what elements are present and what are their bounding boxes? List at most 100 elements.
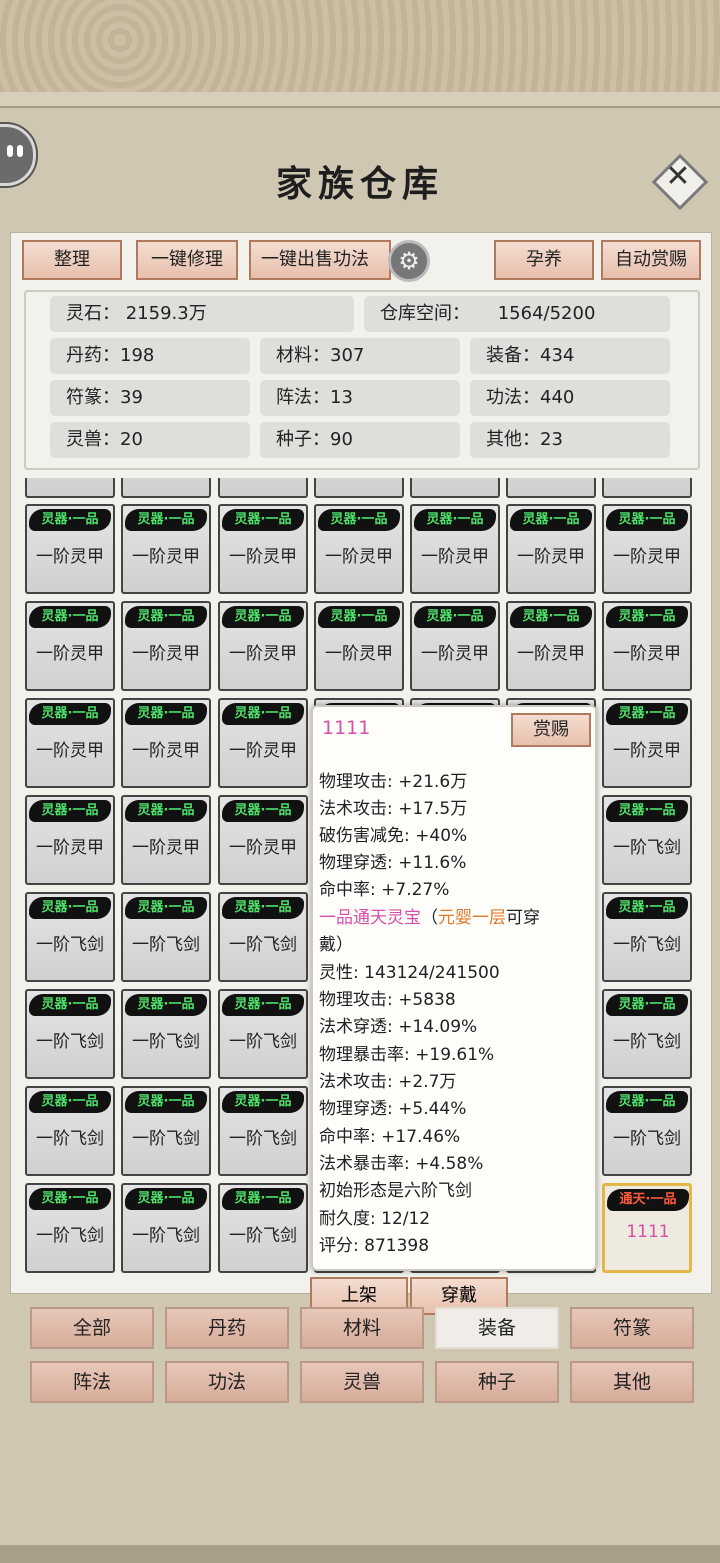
item-quality-tag: 灵器·一品 xyxy=(29,1188,111,1210)
tab-pill[interactable]: 丹药 xyxy=(165,1307,289,1349)
tab-skill[interactable]: 功法 xyxy=(165,1361,289,1403)
sell-skills-button[interactable]: 一键出售功法 xyxy=(249,240,391,280)
item-slot[interactable]: 灵器·一品一阶灵甲 xyxy=(121,795,211,885)
tab-other[interactable]: 其他 xyxy=(570,1361,694,1403)
item-slot-name: 一阶灵甲 xyxy=(613,644,681,664)
item-slot[interactable]: 灵器·一品一阶灵甲 xyxy=(218,478,308,498)
item-slot[interactable]: 灵器·一品一阶灵甲 xyxy=(25,478,115,498)
item-slot[interactable]: 灵器·一品一阶飞剑 xyxy=(25,892,115,982)
tab-material[interactable]: 材料 xyxy=(300,1307,424,1349)
item-slot[interactable]: 灵器·一品一阶飞剑 xyxy=(602,989,692,1079)
item-quality-tag: 灵器·一品 xyxy=(606,703,688,725)
item-quality-tag: 灵器·一品 xyxy=(606,897,688,919)
item-slot[interactable]: 灵器·一品一阶飞剑 xyxy=(602,795,692,885)
item-slot[interactable]: 灵器·一品一阶灵甲 xyxy=(602,698,692,788)
auto-reward-button[interactable]: 自动赏赐 xyxy=(601,240,701,280)
nurture-button[interactable]: 孕养 xyxy=(494,240,594,280)
item-slot[interactable]: 灵器·一品一阶飞剑 xyxy=(602,1086,692,1176)
attr-line: 法术攻击: +17.5万 xyxy=(319,799,468,819)
item-quality-tag: 灵器·一品 xyxy=(125,509,207,531)
item-slot[interactable]: 灵器·一品一阶灵甲 xyxy=(25,698,115,788)
tab-beast[interactable]: 灵兽 xyxy=(300,1361,424,1403)
item-slot[interactable]: 灵器·一品一阶灵甲 xyxy=(121,504,211,594)
item-quality-tag: 灵器·一品 xyxy=(414,606,496,628)
attr-line: 物理暴击率: +19.61% xyxy=(319,1045,495,1065)
item-slot[interactable]: 灵器·一品一阶飞剑 xyxy=(25,1086,115,1176)
item-slot-name: 一阶灵甲 xyxy=(132,644,200,664)
item-name: 1111 xyxy=(322,717,371,739)
item-quality-tag: 灵器·一品 xyxy=(29,606,111,628)
item-slot[interactable]: 灵器·一品一阶灵甲 xyxy=(218,504,308,594)
attr-line: 法术暴击率: +4.58% xyxy=(319,1154,484,1174)
item-slot[interactable]: 灵器·一品一阶灵甲 xyxy=(506,504,596,594)
wearable-text: 可穿 xyxy=(506,908,540,928)
item-slot[interactable]: 灵器·一品一阶飞剑 xyxy=(25,989,115,1079)
repair-all-button[interactable]: 一键修理 xyxy=(136,240,238,280)
item-slot[interactable]: 灵器·一品一阶灵甲 xyxy=(218,601,308,691)
item-slot[interactable]: 灵器·一品一阶灵甲 xyxy=(314,504,404,594)
item-slot-name: 一阶飞剑 xyxy=(36,1226,104,1246)
tab-seed[interactable]: 种子 xyxy=(435,1361,559,1403)
item-slot[interactable]: 灵器·一品一阶灵甲 xyxy=(121,478,211,498)
item-slot[interactable]: 灵器·一品一阶灵甲 xyxy=(314,601,404,691)
item-slot-name: 1111 xyxy=(626,1222,670,1242)
item-slot[interactable]: 灵器·一品一阶灵甲 xyxy=(121,698,211,788)
item-slot[interactable]: 灵器·一品一阶飞剑 xyxy=(218,892,308,982)
item-slot[interactable]: 灵器·一品一阶灵甲 xyxy=(25,601,115,691)
item-slot-name: 一阶灵甲 xyxy=(36,741,104,761)
item-slot[interactable]: 灵器·一品一阶飞剑 xyxy=(121,1183,211,1273)
item-slot[interactable]: 灵器·一品一阶灵甲 xyxy=(25,795,115,885)
tab-talisman[interactable]: 符篆 xyxy=(570,1307,694,1349)
item-slot[interactable]: 灵器·一品一阶灵甲 xyxy=(506,601,596,691)
item-slot[interactable]: 灵器·一品一阶飞剑 xyxy=(218,989,308,1079)
stat-stone: 灵石： 2159.3万 xyxy=(50,296,354,332)
reward-button[interactable]: 赏赐 xyxy=(511,713,591,747)
item-quality-tag: 灵器·一品 xyxy=(606,509,688,531)
item-slot[interactable]: 灵器·一品一阶灵甲 xyxy=(410,478,500,498)
wearable-text-2: 戴） xyxy=(319,935,353,955)
stat-seed: 种子：90 xyxy=(260,422,460,458)
item-slot[interactable]: 灵器·一品一阶灵甲 xyxy=(602,504,692,594)
selected-item-slot[interactable]: 通天·一品 1111 xyxy=(602,1183,692,1273)
sort-button[interactable]: 整理 xyxy=(22,240,122,280)
item-slot-name: 一阶飞剑 xyxy=(132,935,200,955)
item-slot[interactable]: 灵器·一品一阶灵甲 xyxy=(25,504,115,594)
tab-formation[interactable]: 阵法 xyxy=(30,1361,154,1403)
item-slot[interactable]: 灵器·一品一阶飞剑 xyxy=(218,1086,308,1176)
attr-line: 法术穿透: +14.09% xyxy=(319,1017,478,1037)
item-slot[interactable]: 灵器·一品一阶灵甲 xyxy=(602,478,692,498)
gear-icon[interactable]: ⚙ xyxy=(388,240,430,282)
item-slot[interactable]: 灵器·一品一阶灵甲 xyxy=(506,478,596,498)
item-slot[interactable]: 灵器·一品一阶灵甲 xyxy=(410,504,500,594)
item-slot[interactable]: 灵器·一品一阶灵甲 xyxy=(121,601,211,691)
item-quality-tag: 灵器·一品 xyxy=(29,1091,111,1113)
close-button[interactable]: ✕ xyxy=(651,153,709,211)
item-slot-name: 一阶灵甲 xyxy=(132,838,200,858)
stat-other: 其他：23 xyxy=(470,422,670,458)
attr-line: 评分: 871398 xyxy=(319,1236,430,1256)
item-slot[interactable]: 灵器·一品一阶灵甲 xyxy=(314,478,404,498)
item-slot[interactable]: 灵器·一品一阶灵甲 xyxy=(602,601,692,691)
stat-space: 仓库空间： 1564/5200 xyxy=(364,296,670,332)
item-slot[interactable]: 灵器·一品一阶飞剑 xyxy=(602,892,692,982)
attr-line: 初始形态是六阶飞剑 xyxy=(319,1181,472,1201)
page-title: 家族仓库 xyxy=(275,163,444,205)
item-slot[interactable]: 灵器·一品一阶飞剑 xyxy=(25,1183,115,1273)
item-slot[interactable]: 灵器·一品一阶灵甲 xyxy=(218,795,308,885)
item-slot[interactable]: 灵器·一品一阶飞剑 xyxy=(218,1183,308,1273)
stat-equip: 装备：434 xyxy=(470,338,670,374)
item-slot[interactable]: 灵器·一品一阶飞剑 xyxy=(121,989,211,1079)
item-slot[interactable]: 灵器·一品一阶灵甲 xyxy=(218,698,308,788)
item-quality-tag: 灵器·一品 xyxy=(510,509,592,531)
item-quality-tag: 通天·一品 xyxy=(607,1189,689,1211)
tab-all[interactable]: 全部 xyxy=(30,1307,154,1349)
item-slot-name: 一阶灵甲 xyxy=(421,547,489,567)
item-slot[interactable]: 灵器·一品一阶灵甲 xyxy=(410,601,500,691)
item-slot-name: 一阶灵甲 xyxy=(229,838,297,858)
item-slot[interactable]: 灵器·一品一阶飞剑 xyxy=(121,1086,211,1176)
tab-equip[interactable]: 装备 xyxy=(435,1307,559,1349)
item-slot-name: 一阶飞剑 xyxy=(229,1032,297,1052)
item-slot[interactable]: 灵器·一品一阶飞剑 xyxy=(121,892,211,982)
item-quality-tag: 灵器·一品 xyxy=(125,897,207,919)
item-slot-name: 一阶灵甲 xyxy=(229,741,297,761)
